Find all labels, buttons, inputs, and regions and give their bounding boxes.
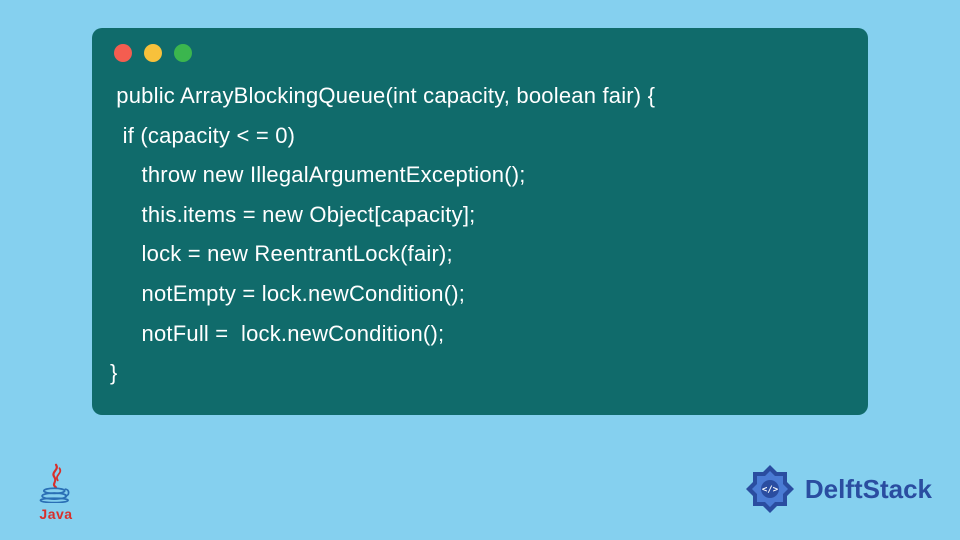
minimize-icon	[144, 44, 162, 62]
delftstack-logo: </> DelftStack	[743, 462, 932, 516]
code-line: lock = new ReentrantLock(fair);	[110, 241, 453, 266]
java-cup-icon	[36, 463, 76, 503]
code-line: this.items = new Object[capacity];	[110, 202, 475, 227]
window-traffic-lights	[110, 44, 850, 62]
java-logo-label: Java	[28, 506, 84, 522]
code-block: public ArrayBlockingQueue(int capacity, …	[110, 76, 850, 393]
code-line: if (capacity < = 0)	[110, 123, 295, 148]
svg-text:</>: </>	[762, 485, 779, 495]
code-line: notEmpty = lock.newCondition();	[110, 281, 465, 306]
maximize-icon	[174, 44, 192, 62]
delftstack-logo-label: DelftStack	[805, 474, 932, 505]
delftstack-badge-icon: </>	[743, 462, 797, 516]
java-logo: Java	[28, 463, 84, 522]
close-icon	[114, 44, 132, 62]
code-window: public ArrayBlockingQueue(int capacity, …	[92, 28, 868, 415]
code-line: }	[110, 360, 118, 385]
code-line: notFull = lock.newCondition();	[110, 321, 444, 346]
code-line: throw new IllegalArgumentException();	[110, 162, 526, 187]
code-line: public ArrayBlockingQueue(int capacity, …	[110, 83, 655, 108]
